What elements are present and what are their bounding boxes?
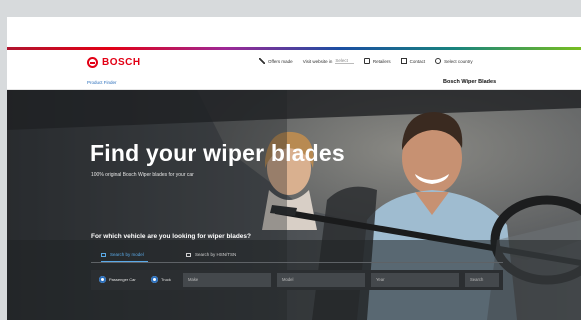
bosch-armature-icon [87,56,98,68]
website-select[interactable]: Select [335,58,354,64]
mail-icon [400,58,407,64]
car-icon [101,252,106,257]
browser-viewport: BOSCH Offers made Visit website in Selec… [7,17,581,320]
pencil-icon [259,58,265,64]
brand-name: BOSCH [102,56,141,68]
radio-icon [151,276,158,283]
year-select[interactable]: Year [371,273,459,287]
nav-contact[interactable]: Contact [400,58,426,64]
radio-selected-icon [99,276,106,283]
bosch-logo[interactable]: BOSCH [87,55,141,69]
radio-truck[interactable]: Truck [151,276,171,283]
tab-search-by-model-label: Search by model [110,252,144,257]
radio-truck-label: Truck [161,277,171,282]
search-button[interactable]: Search [465,273,499,287]
nav-visit-website[interactable]: Visit website in Select [303,58,354,64]
hero-title: Find your wiper blades [90,140,345,166]
tab-search-by-hsn-tsn[interactable]: Search by HSN/TSN [186,248,236,261]
hero-subtitle: 100% original Bosch Wiper blades for you… [91,172,194,178]
radio-passenger-car-label: Passenger Car [109,277,136,282]
radio-passenger-car[interactable]: Passenger Car [99,276,136,283]
make-select[interactable]: Make [183,273,271,287]
tab-search-by-model[interactable]: Search by model [101,248,148,262]
nav-select-country[interactable]: Select country [435,58,473,64]
search-tabs: Search by model Search by HSN/TSN [91,248,503,262]
vehicle-search-form: Passenger Car Truck Make Model Year Sear… [91,270,503,290]
people-icon [363,58,370,64]
tab-search-by-hsn-tsn-label: Search by HSN/TSN [195,252,237,257]
nav-retailers[interactable]: Retailers [363,58,391,64]
document-icon [186,252,191,257]
hero-banner: Find your wiper blades 100% original Bos… [7,90,581,320]
model-select[interactable]: Model [277,273,365,287]
nav-retailers-label: Retailers [372,58,391,64]
top-navigation: Offers made Visit website in Select Reta… [259,58,483,64]
brand-color-strip [7,47,581,50]
nav-offers-label: Offers made [268,58,293,64]
globe-icon [435,58,442,64]
nav-visit-label: Visit website in [302,58,333,64]
nav-offers[interactable]: Offers made [259,58,293,64]
vehicle-question: For which vehicle are you looking for wi… [91,233,252,240]
nav-country-label: Select country [444,58,473,64]
page-section-title: Bosch Wiper Blades [443,79,497,85]
nav-contact-label: Contact [409,58,426,64]
breadcrumb-product-finder[interactable]: Product Finder [87,80,117,85]
tabs-divider [91,262,503,263]
